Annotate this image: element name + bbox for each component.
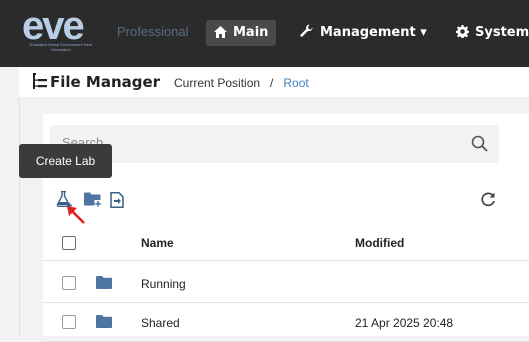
nav-management-dropdown[interactable]: Management ▾ <box>292 20 435 46</box>
table-header-row: Name Modified <box>43 226 529 261</box>
page-title: File Manager <box>50 73 161 91</box>
folder-icon <box>96 276 112 289</box>
logo-text: eve <box>22 4 85 48</box>
left-divider <box>19 97 20 336</box>
logo-subtext: Emulated Virtual Environment Next Genera… <box>29 42 93 52</box>
column-header-modified[interactable]: Modified <box>355 236 404 250</box>
home-icon <box>214 26 227 38</box>
wrench-icon <box>300 24 313 37</box>
folder-icon <box>96 315 112 328</box>
table-row[interactable]: Shared 21 Apr 2025 20:48 <box>43 303 529 342</box>
breadcrumb: Current Position / Root <box>174 76 309 90</box>
red-pointer-arrow <box>67 206 85 224</box>
row-checkbox[interactable] <box>62 276 76 290</box>
eve-logo[interactable]: eve Emulated Virtual Environment Next Ge… <box>22 6 100 56</box>
row-name[interactable]: Running <box>141 277 186 291</box>
row-checkbox[interactable] <box>62 315 76 329</box>
nav-system-label: System <box>475 25 529 40</box>
breadcrumb-label: Current Position <box>174 76 261 90</box>
top-navbar: eve Emulated Virtual Environment Next Ge… <box>0 0 529 67</box>
column-header-name[interactable]: Name <box>141 236 174 250</box>
file-manager-icon <box>33 73 47 89</box>
row-modified: 21 Apr 2025 20:48 <box>355 316 454 330</box>
nav-main-label: Main <box>233 25 269 40</box>
gear-icon <box>455 25 470 39</box>
content-header: File Manager Current Position / Root <box>19 67 529 97</box>
nav-management-label: Management ▾ <box>320 25 427 40</box>
nav-system-dropdown[interactable]: System <box>448 20 529 46</box>
select-all-checkbox[interactable] <box>62 236 76 250</box>
breadcrumb-root-link[interactable]: Root <box>283 76 308 90</box>
search-box <box>50 125 499 163</box>
row-name[interactable]: Shared <box>141 316 180 330</box>
search-icon[interactable] <box>471 135 488 152</box>
table-row[interactable]: Running <box>43 264 529 303</box>
nav-main-button[interactable]: Main <box>206 20 277 46</box>
edition-label: Professional <box>117 24 189 39</box>
breadcrumb-separator: / <box>270 76 274 90</box>
create-lab-tooltip: Create Lab <box>19 144 112 178</box>
import-file-icon[interactable] <box>110 192 124 208</box>
search-input[interactable] <box>62 135 442 150</box>
refresh-icon[interactable] <box>481 192 496 207</box>
